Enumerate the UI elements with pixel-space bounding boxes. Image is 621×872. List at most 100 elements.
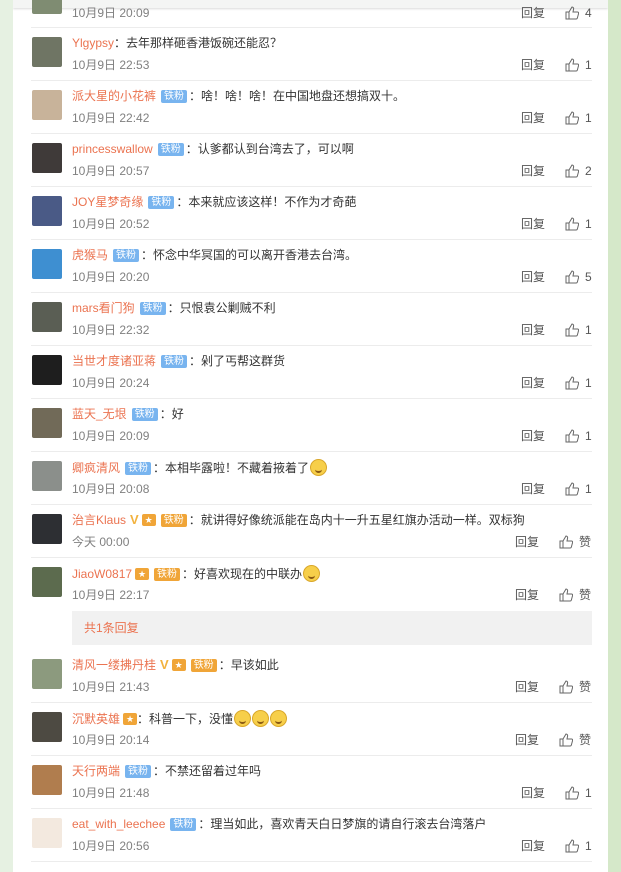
username-link[interactable]: 卿疯清风 (72, 461, 120, 475)
divider (31, 861, 592, 862)
reply-button[interactable]: 回复 (521, 375, 545, 391)
username-link[interactable]: 沉默英雄 (72, 712, 120, 726)
thumbs-up-icon[interactable] (565, 482, 579, 496)
fan-badge[interactable]: 铁粉 (157, 143, 184, 156)
comment-text: ：认爹都认到台湾去了，可以啊 (185, 142, 354, 156)
fan-badge[interactable]: 铁粉 (113, 249, 140, 262)
fan-badge[interactable]: 铁粉 (148, 196, 175, 209)
medal-icon: ★ (171, 659, 186, 671)
comment-line: 蓝天_无垠 铁粉 ：好 (72, 406, 184, 422)
username-link[interactable]: 蓝天_无垠 (72, 407, 127, 421)
fan-badge[interactable]: 铁粉 (170, 818, 197, 831)
thumbs-up-icon[interactable] (565, 111, 579, 125)
fan-badge[interactable]: 铁粉 (139, 302, 166, 315)
username-link[interactable]: 天行两端 (72, 764, 120, 778)
reply-button[interactable]: 回复 (521, 428, 545, 444)
avatar[interactable] (32, 249, 62, 279)
avatar[interactable] (32, 143, 62, 173)
username-link[interactable]: JOY星梦奇缘 (72, 195, 143, 209)
fan-badge[interactable]: 铁粉 (161, 90, 188, 103)
reply-button[interactable]: 回复 (521, 785, 545, 801)
fan-badge[interactable]: 铁粉 (190, 659, 217, 672)
thumbs-up-icon[interactable] (559, 680, 573, 694)
avatar[interactable] (32, 196, 62, 226)
thumbs-up-icon[interactable] (559, 733, 573, 747)
avatar[interactable] (32, 712, 62, 742)
username-link[interactable]: 当世才度诸亚蒋 (72, 354, 156, 368)
like-count: 1 (585, 323, 592, 337)
reply-button[interactable]: 回复 (515, 732, 539, 748)
like-count: 4 (585, 6, 592, 20)
username-link[interactable]: princesswallow (72, 142, 153, 156)
reply-button[interactable]: 回复 (515, 534, 539, 550)
avatar[interactable] (32, 818, 62, 848)
fan-badge[interactable]: 铁粉 (125, 462, 152, 475)
fan-badge[interactable]: 铁粉 (160, 514, 187, 527)
comment-time: 10月9日 20:08 (72, 482, 150, 496)
comment-text: ：就讲得好像统派能在岛内十一升五星红旗办活动一样。双标狗 (188, 513, 525, 527)
comment-text: ：理当如此，喜欢青天白日梦旗的请自行滚去台湾落户 (198, 817, 487, 831)
reply-button[interactable]: 回复 (521, 481, 545, 497)
avatar[interactable] (32, 408, 62, 438)
reply-button[interactable]: 回复 (515, 679, 539, 695)
more-replies-bar[interactable]: 共1条回复 (72, 611, 592, 645)
avatar[interactable] (32, 355, 62, 385)
reply-button[interactable]: 回复 (521, 57, 545, 73)
thumbs-up-icon[interactable] (559, 535, 573, 549)
avatar[interactable] (32, 90, 62, 120)
like-label: 赞 (579, 588, 592, 602)
comment-item: JiaoW0817 ★ 铁粉 ：好喜欢现在的中联办 10月9日 22:17 回复 赞 (13, 557, 608, 610)
username-link[interactable]: 治言Klaus (72, 513, 126, 527)
like-count: 1 (585, 839, 592, 853)
reply-button[interactable]: 回复 (521, 269, 545, 285)
right-scroll-rail[interactable] (608, 0, 621, 872)
username-link[interactable]: mars看门狗 (72, 301, 135, 315)
thumbs-up-icon[interactable] (565, 6, 579, 20)
thumbs-up-icon[interactable] (565, 323, 579, 337)
reply-button[interactable]: 回复 (521, 110, 545, 126)
thumbs-up-icon[interactable] (565, 270, 579, 284)
medal-icon: ★ (135, 568, 150, 580)
reply-button[interactable]: 回复 (521, 322, 545, 338)
comment-item: 沉默英雄 ★ ：科普一下，没懂 10月9日 20:14 回复 赞 (13, 702, 608, 755)
comment-text: ：好喜欢现在的中联办 (182, 567, 303, 581)
reply-button[interactable]: 回复 (521, 838, 545, 854)
avatar[interactable] (32, 302, 62, 332)
avatar[interactable] (32, 659, 62, 689)
username-link[interactable]: JiaoW0817 (72, 567, 132, 581)
username-link[interactable]: 虎猴马 (72, 248, 108, 262)
reply-button[interactable]: 回复 (521, 163, 545, 179)
avatar[interactable] (32, 514, 62, 544)
username-link[interactable]: 清风一缕拂丹桂 (72, 658, 156, 672)
reply-button[interactable]: 回复 (521, 5, 545, 21)
thumbs-up-icon[interactable] (565, 217, 579, 231)
thumbs-up-icon[interactable] (565, 376, 579, 390)
fan-badge[interactable]: 铁粉 (131, 408, 158, 421)
comment-time: 10月9日 20:09 (72, 6, 150, 20)
like-count: 1 (585, 217, 592, 231)
thumbs-up-icon[interactable] (565, 786, 579, 800)
more-replies-link[interactable]: 共1条回复 (84, 620, 139, 636)
fan-badge[interactable]: 铁粉 (154, 568, 181, 581)
fan-badge[interactable]: 铁粉 (125, 765, 152, 778)
comment-time: 10月9日 20:56 (72, 839, 150, 853)
comment-text: ：早该如此 (218, 658, 279, 672)
username-link[interactable]: eat_with_leechee (72, 817, 165, 831)
avatar[interactable] (32, 461, 62, 491)
fan-badge[interactable]: 铁粉 (161, 355, 188, 368)
comment-time: 10月9日 22:17 (72, 588, 150, 602)
thumbs-up-icon[interactable] (565, 429, 579, 443)
avatar[interactable] (32, 765, 62, 795)
thumbs-up-icon[interactable] (565, 164, 579, 178)
avatar[interactable] (32, 0, 62, 14)
avatar[interactable] (32, 37, 62, 67)
reply-button[interactable]: 回复 (521, 216, 545, 232)
username-link[interactable]: 派大星的小花裤 (72, 89, 156, 103)
thumbs-up-icon[interactable] (565, 58, 579, 72)
thumbs-up-icon[interactable] (565, 839, 579, 853)
avatar[interactable] (32, 567, 62, 597)
reply-button[interactable]: 回复 (515, 587, 539, 603)
comment-time: 10月9日 20:20 (72, 270, 150, 284)
username-link[interactable]: Ylgypsy (72, 36, 114, 50)
thumbs-up-icon[interactable] (559, 588, 573, 602)
